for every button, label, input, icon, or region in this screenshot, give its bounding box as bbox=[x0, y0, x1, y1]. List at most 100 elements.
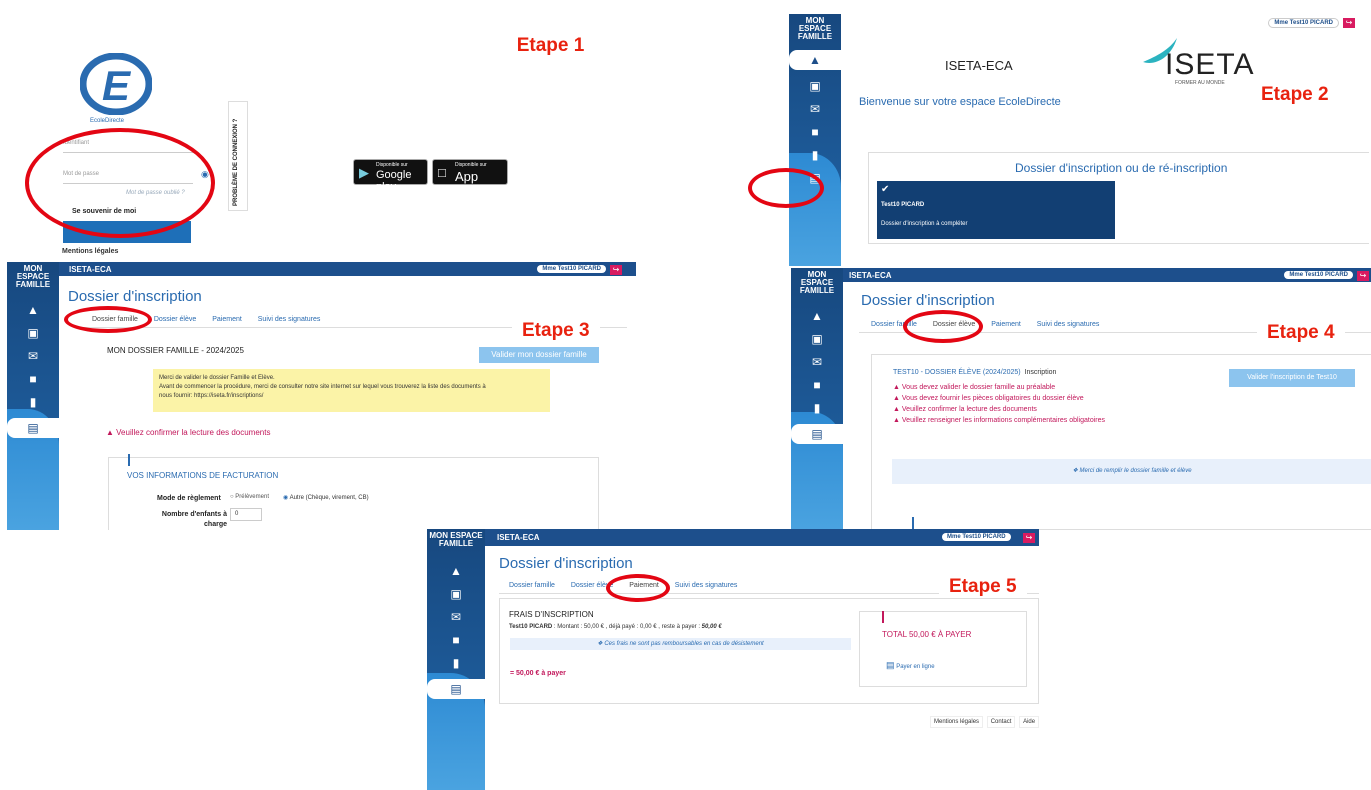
contact-link[interactable]: Contact bbox=[986, 716, 1016, 728]
tabs: Dossier famille Dossier élève Paiement S… bbox=[871, 321, 1113, 328]
home-icon[interactable]: ▲ bbox=[427, 564, 485, 578]
tab-dossier-eleve[interactable]: Dossier élève bbox=[571, 582, 613, 589]
iseta-logo: ISETA FORMER AU MONDE bbox=[1141, 36, 1261, 86]
clipboard-icon[interactable]: ▤ bbox=[7, 418, 59, 438]
clipboard-icon[interactable]: ▤ bbox=[427, 679, 485, 699]
warning-icon: ▲ bbox=[893, 417, 900, 424]
id-card-icon[interactable]: ▣ bbox=[427, 587, 485, 601]
id-card-icon[interactable]: ▣ bbox=[7, 326, 59, 340]
username-field[interactable]: Identifiant bbox=[63, 140, 193, 153]
clipboard-icon[interactable]: ▤ bbox=[791, 424, 843, 444]
login-column: E EcoleDirecte Identifiant Mot de passe … bbox=[8, 13, 228, 263]
welcome-text: Bienvenue sur votre espace EcoleDirecte bbox=[859, 96, 1061, 108]
tab-paiement[interactable]: Paiement bbox=[629, 582, 659, 589]
logout-icon[interactable]: ↪ bbox=[1023, 533, 1035, 543]
tab-suivi-signatures[interactable]: Suivi des signatures bbox=[1037, 321, 1100, 328]
tab-dossier-famille[interactable]: Dossier famille bbox=[871, 321, 917, 328]
user-menu[interactable]: Mme Test10 PICARD bbox=[1284, 271, 1353, 279]
validate-student-button[interactable]: Valider l'inscription de Test10 bbox=[1229, 369, 1355, 387]
children-input[interactable]: 0 bbox=[230, 508, 262, 521]
children-label: Nombre d'enfants à charge bbox=[161, 511, 227, 528]
sidebar-title: MON ESPACE FAMILLE bbox=[797, 16, 833, 41]
radio-autre[interactable]: ◉ Autre (Chèque, virement, CB) bbox=[283, 494, 369, 501]
billing-marker bbox=[128, 454, 130, 466]
connection-problem-tab[interactable]: PROBLÈME DE CONNEXION ? bbox=[228, 101, 248, 211]
tab-dossier-famille[interactable]: Dossier famille bbox=[92, 316, 138, 323]
radio-prelevement[interactable]: ○ Prélèvement bbox=[230, 494, 269, 500]
remember-me-label[interactable]: Se souvenir de moi bbox=[72, 208, 136, 215]
warning-item: ▲ Veuillez renseigner les informations c… bbox=[893, 417, 1105, 424]
mail-icon[interactable]: ✉ bbox=[789, 102, 841, 116]
document-icon[interactable]: ▮ bbox=[789, 148, 841, 162]
info-icon: ❖ bbox=[597, 641, 603, 647]
logout-icon[interactable]: ↪ bbox=[1357, 271, 1369, 281]
step2-panel: MON ESPACE FAMILLE ▲ ▣ ✉ ■ ▮ ▤ Mme Test10… bbox=[789, 14, 1369, 266]
help-link[interactable]: Aide bbox=[1019, 716, 1039, 728]
warning-icon: ▲ bbox=[106, 428, 114, 437]
warnings-list: ▲ Vous devez valider le dossier famille … bbox=[893, 382, 1105, 426]
read-warning: ▲ Veuillez confirmer la lecture des docu… bbox=[106, 428, 271, 437]
mail-icon[interactable]: ✉ bbox=[7, 349, 59, 363]
document-icon[interactable]: ▮ bbox=[791, 401, 843, 415]
step4-panel: ISETA-ECA Mme Test10 PICARD ↪ MON ESPACE… bbox=[791, 268, 1371, 530]
page-title: Dossier d'inscription bbox=[68, 288, 202, 305]
tab-dossier-eleve[interactable]: Dossier élève bbox=[154, 316, 196, 323]
password-field[interactable]: Mot de passe bbox=[63, 171, 193, 184]
fees-section: FRAIS D'INSCRIPTION Test10 PICARD : Mont… bbox=[499, 598, 1039, 704]
mail-icon[interactable]: ✉ bbox=[427, 610, 485, 624]
tab-suivi-signatures[interactable]: Suivi des signatures bbox=[675, 582, 738, 589]
step4-label: Etape 4 bbox=[1257, 318, 1345, 348]
google-play-badge[interactable]: ▶ Disponible sur Google play bbox=[353, 159, 428, 193]
billing-title: VOS INFORMATIONS DE FACTURATION bbox=[127, 471, 279, 480]
sidebar-title: MON ESPACE FAMILLE bbox=[799, 270, 835, 295]
document-icon[interactable]: ▮ bbox=[7, 395, 59, 409]
folder-icon[interactable]: ■ bbox=[791, 378, 843, 392]
logout-icon[interactable]: ↪ bbox=[610, 265, 622, 275]
id-card-icon[interactable]: ▣ bbox=[791, 332, 843, 346]
tab-dossier-famille[interactable]: Dossier famille bbox=[509, 582, 555, 589]
sidebar: MON ESPACE FAMILLE ▲ ▣ ✉ ■ ▮ ▤ bbox=[789, 14, 841, 266]
credit-card-icon: ▤ bbox=[886, 660, 895, 670]
folder-icon[interactable]: ■ bbox=[427, 633, 485, 647]
id-card-icon[interactable]: ▣ bbox=[789, 79, 841, 93]
forgot-password-link[interactable]: Mot de passe oublié ? bbox=[126, 190, 185, 196]
tab-paiement[interactable]: Paiement bbox=[991, 321, 1021, 328]
logout-icon[interactable]: ↪ bbox=[1343, 18, 1355, 28]
amount-to-pay: = 50,00 € à payer bbox=[510, 670, 566, 677]
pay-online-button[interactable]: ▤ Payer en ligne bbox=[886, 660, 935, 671]
sidebar-title: MON ESPACE FAMILLE bbox=[429, 531, 483, 548]
sidebar: MON ESPACE FAMILLE ▲ ▣ ✉ ■ ▮ ▤ bbox=[7, 262, 59, 530]
eye-icon[interactable]: ◉ bbox=[201, 169, 209, 180]
mobile-text: Retrouvez EcoleDirecte aussi sur votre m… bbox=[338, 137, 503, 146]
family-heading: MON DOSSIER FAMILLE - 2024/2025 bbox=[107, 346, 244, 355]
folder-icon[interactable]: ■ bbox=[7, 372, 59, 386]
student-card[interactable]: ✔ Test10 PICARD Dossier d'inscription à … bbox=[877, 181, 1115, 239]
user-menu[interactable]: Mme Test10 PICARD bbox=[537, 265, 606, 273]
svg-text:E: E bbox=[102, 62, 132, 109]
tab-dossier-eleve[interactable]: Dossier élève bbox=[933, 321, 975, 328]
login-button[interactable] bbox=[63, 221, 191, 243]
fees-heading: FRAIS D'INSCRIPTION bbox=[509, 610, 594, 619]
play-icon: ▶ bbox=[359, 165, 369, 180]
warning-item: ▲ Vous devez valider le dossier famille … bbox=[893, 384, 1056, 391]
tab-suivi-signatures[interactable]: Suivi des signatures bbox=[258, 316, 321, 323]
step1-label: Etape 1 bbox=[503, 23, 598, 75]
folder-icon[interactable]: ■ bbox=[789, 125, 841, 139]
validate-family-button[interactable]: Valider mon dossier famille bbox=[479, 347, 599, 363]
dossier-box-title: Dossier d'inscription ou de ré-inscripti… bbox=[1015, 161, 1228, 175]
user-menu[interactable]: Mme Test10 PICARD bbox=[942, 533, 1011, 541]
clipboard-icon[interactable]: ▤ bbox=[789, 171, 841, 185]
footer-links: Mentions légales Contact Aide bbox=[930, 716, 1039, 728]
home-icon[interactable]: ▲ bbox=[789, 50, 841, 70]
home-icon[interactable]: ▲ bbox=[791, 309, 843, 323]
app-store-badge[interactable]: □ Disponible sur App Store bbox=[432, 159, 508, 199]
sidebar: MON ESPACE FAMILLE ▲ ▣ ✉ ■ ▮ ▤ bbox=[791, 268, 843, 530]
tab-paiement[interactable]: Paiement bbox=[212, 316, 242, 323]
legal-link[interactable]: Mentions légales bbox=[62, 248, 118, 255]
user-menu[interactable]: Mme Test10 PICARD bbox=[1268, 18, 1339, 28]
home-icon[interactable]: ▲ bbox=[7, 303, 59, 317]
document-icon[interactable]: ▮ bbox=[427, 656, 485, 670]
student-heading: TEST10 - DOSSIER ÉLÈVE (2024/2025) Inscr… bbox=[893, 369, 1057, 376]
mail-icon[interactable]: ✉ bbox=[791, 355, 843, 369]
legal-link[interactable]: Mentions légales bbox=[930, 716, 984, 728]
